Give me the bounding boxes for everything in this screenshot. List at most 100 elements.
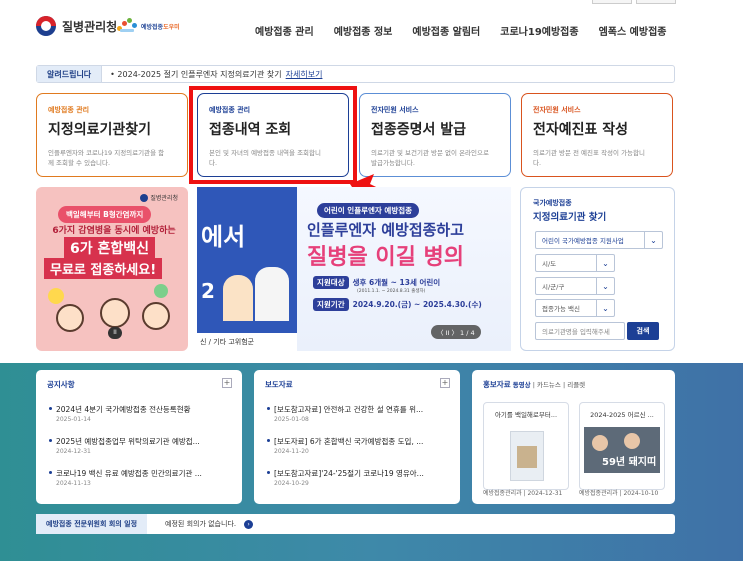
banner-line3: 무료로 접종하세요! — [44, 258, 163, 279]
card-desc: 의료기관 방문 전 예진표 작성이 가능합니다. — [533, 149, 645, 167]
tab-leaflet[interactable]: 리플렛 — [567, 381, 585, 389]
banner-target: 생후 6개월 ~ 13세 어린이 — [352, 278, 441, 287]
card-category: 전자민원 서비스 — [371, 106, 419, 114]
utility-button-1[interactable] — [592, 0, 632, 4]
banner-brand: 질병관리청 — [140, 193, 178, 202]
list-item-title: [보도참고자료] 안전하고 건강한 설 연휴를 위... — [274, 405, 424, 414]
banner-target-sub: (2011.1.1. ~ 2024.8.31 출생자) — [357, 289, 426, 294]
banner-prev-slide: 에서 2 신 / 기타 고위험군 — [197, 187, 297, 351]
list-item-date: 2024-11-13 — [56, 480, 91, 487]
tab-video[interactable]: 동영상 — [513, 381, 531, 389]
chevron-down-icon: ⌄ — [596, 255, 614, 271]
finder-subtitle: 국가예방접종 — [533, 199, 572, 207]
promo-thumbnail: 59년 돼지띠 — [584, 427, 660, 473]
program-select[interactable]: 어린이 국가예방접종 지원사업 ⌄ — [535, 231, 663, 249]
nav-mpox-vaccination[interactable]: 엠폭스 예방접종 — [599, 23, 667, 38]
nav-vaccination-management[interactable]: 예방접종 관리 — [255, 23, 314, 38]
district-select[interactable]: 시/군/구 ⌄ — [535, 277, 615, 295]
notices-panel: 공지사항 + 2024년 4분기 국가예방접종 전산등록현황 2025-01-14… — [36, 370, 242, 504]
list-item[interactable]: [보도참고자료]'24-'25절기 코로나19 영유아... 2024-10-29 — [267, 468, 454, 487]
city-select[interactable]: 시/도 ⌄ — [535, 254, 615, 272]
clinic-finder-panel: 국가예방접종 지정의료기관 찾기 어린이 국가예방접종 지원사업 ⌄ 시/도 ⌄… — [520, 187, 675, 351]
promo-overlay-text: 59년 돼지띠 — [602, 457, 657, 468]
banner-line1: 6가지 감염병을 동시에 예방하는 — [52, 226, 176, 236]
clinic-search-button[interactable]: 검색 — [627, 322, 659, 340]
list-item-title: 코로나19 백신 유료 예방접종 민간의료기관 ... — [56, 469, 202, 478]
card-title: 전자예진표 작성 — [533, 122, 629, 138]
nav-vaccination-notice[interactable]: 예방접종 알림터 — [412, 23, 480, 38]
list-item[interactable]: [보도자료] 6가 혼합백신 국가예방접종 도입, ... 2024-11-20 — [267, 436, 454, 455]
nav-covid19-vaccination[interactable]: 코로나19예방접종 — [500, 23, 578, 38]
kdca-logo[interactable]: 질병관리청 — [36, 16, 117, 36]
main-nav: 예방접종 관리 예방접종 정보 예방접종 알림터 코로나19예방접종 엠폭스 예… — [255, 23, 666, 38]
list-item-title: 2024년 4분기 국가예방접종 전산등록현황 — [56, 405, 191, 414]
promo-card-caption: 예방접종관리과 | 2024-12-31 — [483, 490, 563, 497]
vaccine-select[interactable]: 접종가능 백신 ⌄ — [535, 299, 615, 317]
notice-detail-link[interactable]: 자세히보기 — [286, 69, 323, 80]
banner-line2: 6가 혼합백신 — [64, 237, 156, 259]
list-item-date: 2025-01-14 — [56, 416, 91, 423]
list-item[interactable]: 2024년 4분기 국가예방접종 전산등록현황 2025-01-14 — [49, 404, 236, 423]
chevron-down-icon: ⌄ — [644, 232, 662, 248]
finder-title: 지정의료기관 찾기 — [533, 212, 607, 223]
tab-cardnews[interactable]: 카드뉴스 — [537, 381, 561, 389]
card-category: 예방접종 관리 — [48, 106, 90, 114]
bullet-icon — [49, 407, 52, 410]
card-title: 접종증명서 발급 — [371, 122, 467, 138]
press-more-button[interactable]: + — [440, 378, 450, 388]
list-item-title: [보도참고자료]'24-'25절기 코로나19 영유아... — [274, 469, 424, 478]
promo-title: 홍보자료 — [483, 380, 511, 389]
committee-meeting-bar: 예방접종 전문위원회 회의 일정 예정된 회의가 없습니다. › — [36, 514, 675, 534]
children-icon — [117, 18, 137, 34]
card-desc: 의료기관 및 보건기관 방문 없이 온라인으로 발급가능합니다. — [371, 149, 489, 167]
banner-pause-button[interactable]: II — [108, 327, 122, 339]
list-item-date: 2025-01-08 — [274, 416, 309, 423]
promo-panel: 홍보자료 동영상 | 카드뉴스 | 리플렛 아기를 백일해로부터... 예방접종… — [472, 370, 675, 504]
banner-left-footer: 신 / 기타 고위험군 — [197, 333, 297, 351]
sublogo-text: 예방접종도우미 — [141, 23, 180, 31]
program-select-value: 어린이 국가예방접종 지원사업 — [542, 237, 624, 245]
district-select-value: 시/군/구 — [542, 283, 565, 291]
bullet-icon — [49, 439, 52, 442]
banner-hexavalent-vaccine[interactable]: 질병관리청 백일해부터 B형간염까지 6가지 감염병을 동시에 예방하는 6가 … — [36, 187, 188, 351]
list-item[interactable]: 2025년 예방접종업무 위탁의료기관 예방접... 2024-12-31 — [49, 436, 236, 455]
arrow-right-icon[interactable]: › — [244, 519, 254, 529]
banner-period: 2024.9.20.(금) ~ 2025.4.30.(수) — [352, 300, 482, 309]
notices-more-button[interactable]: + — [222, 378, 232, 388]
banner-child-influenza[interactable]: 에서 2 신 / 기타 고위험군 어린이 인플루엔자 예방접종 인플루엔자 예방… — [197, 187, 511, 351]
list-item[interactable]: [보도참고자료] 안전하고 건강한 설 연휴를 위... 2025-01-08 — [267, 404, 454, 423]
list-item-title: [보도자료] 6가 혼합백신 국가예방접종 도입, ... — [274, 437, 424, 446]
banner-period-label: 지원기간 — [313, 298, 349, 311]
clinic-search-input[interactable]: 의료기관명을 입력해주세 — [535, 322, 625, 340]
banner-pager[interactable]: 〈 II 〉 1 / 4 — [431, 325, 481, 339]
promo-card[interactable]: 2024-2025 어르신 ... 59년 돼지띠 — [579, 402, 665, 490]
vaccination-helper-logo[interactable]: 예방접종도우미 — [117, 18, 180, 34]
notice-tag: 알려드립니다 — [37, 66, 103, 82]
promo-tabs: 홍보자료 동영상 | 카드뉴스 | 리플렛 — [483, 380, 586, 389]
banner-head1: 인플루엔자 예방접종하고 — [307, 221, 465, 239]
promo-thumbnail — [510, 431, 544, 481]
nav-vaccination-info[interactable]: 예방접종 정보 — [334, 23, 393, 38]
vaccine-select-value: 접종가능 백신 — [542, 305, 580, 313]
chevron-down-icon: ⌄ — [596, 300, 614, 316]
card-find-clinic[interactable]: 예방접종 관리 지정의료기관찾기 인플루엔자와 코로나19 지정의료기관을 함께… — [36, 93, 188, 177]
utility-button-2[interactable] — [636, 0, 676, 4]
bullet-icon — [267, 407, 270, 410]
press-panel: 보도자료 + [보도참고자료] 안전하고 건강한 설 연휴를 위... 2025-… — [254, 370, 460, 504]
promo-card-title: 2024-2025 어르신 ... — [590, 411, 654, 419]
meeting-text: 예정된 회의가 없습니다. — [165, 520, 237, 528]
list-item[interactable]: 코로나19 백신 유료 예방접종 민간의료기관 ... 2024-11-13 — [49, 468, 236, 487]
banner-head2: 질병을 이길 병의 — [307, 245, 464, 270]
promo-card[interactable]: 아기를 백일해로부터... — [483, 402, 569, 490]
city-select-value: 시/도 — [542, 260, 557, 268]
banner-left-text: 에서 — [201, 223, 246, 251]
banner-target-label: 지원대상 — [313, 276, 349, 289]
bullet-icon — [267, 471, 270, 474]
red-highlight-box — [189, 86, 357, 184]
card-e-questionnaire[interactable]: 전자민원 서비스 전자예진표 작성 의료기관 방문 전 예진표 작성이 가능합니… — [521, 93, 673, 177]
banner-tag: 어린이 인플루엔자 예방접종 — [317, 203, 420, 218]
list-item-title: 2025년 예방접종업무 위탁의료기관 예방접... — [56, 437, 200, 446]
card-certificate[interactable]: 전자민원 서비스 접종증명서 발급 의료기관 및 보건기관 방문 없이 온라인으… — [359, 93, 511, 177]
press-title: 보도자료 — [265, 380, 293, 389]
banner-badge: 백일해부터 B형간염까지 — [58, 206, 152, 223]
